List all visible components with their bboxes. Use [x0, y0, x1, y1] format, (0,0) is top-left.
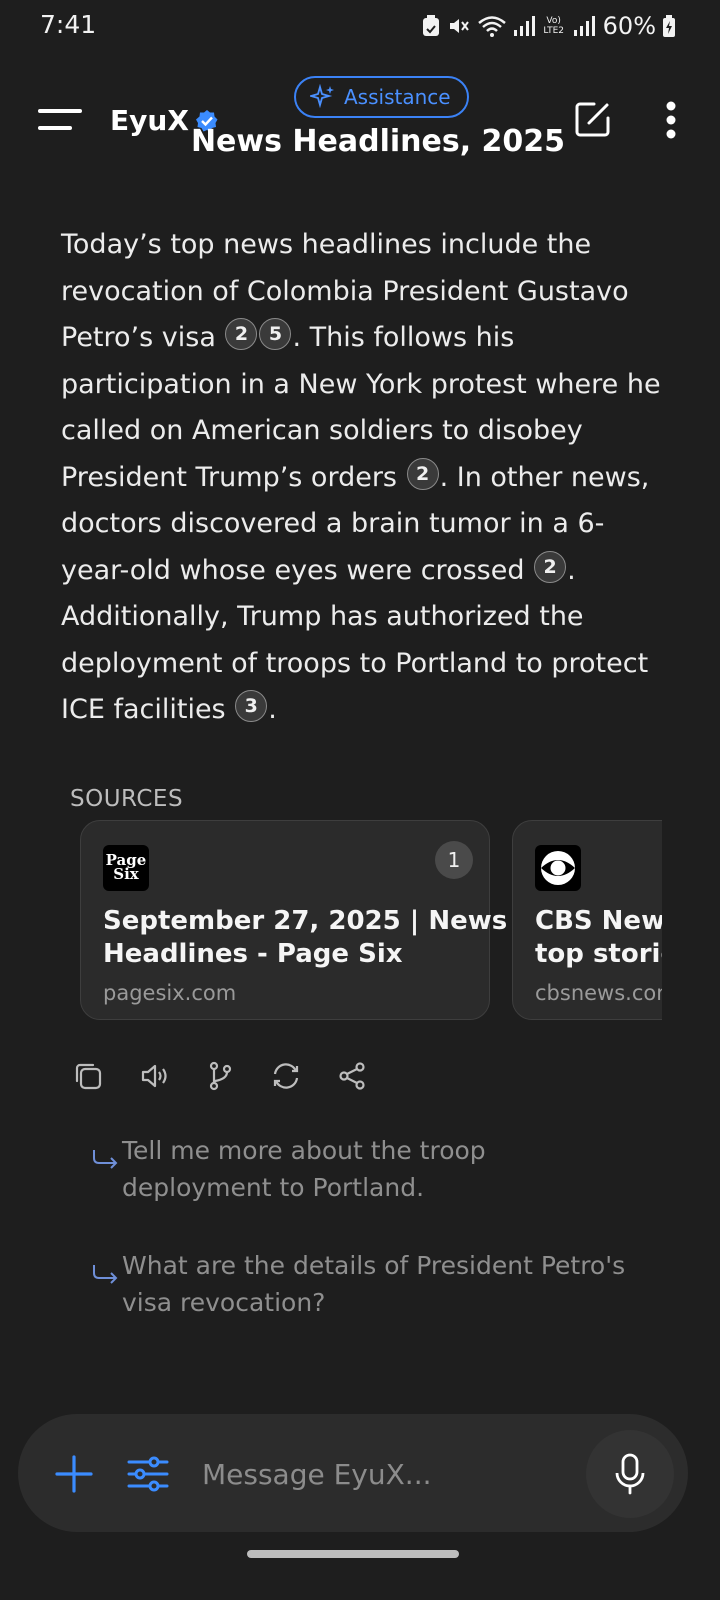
new-chat-icon[interactable]: [572, 98, 614, 140]
assistance-label: Assistance: [344, 85, 451, 109]
branch-icon[interactable]: [202, 1058, 238, 1094]
suggestion-item[interactable]: Tell me more about the troop deployment …: [90, 1132, 650, 1206]
status-icons: Vo) LTE2 60%: [421, 12, 676, 40]
share-icon[interactable]: [334, 1058, 370, 1094]
status-bar: 7:41 Vo) LTE2 60%: [0, 0, 720, 56]
regenerate-icon[interactable]: [268, 1058, 304, 1094]
source-title-line: CBS News: [535, 906, 662, 936]
more-options-icon[interactable]: [656, 100, 686, 142]
battery-percent: 60%: [602, 12, 656, 40]
alarm-icon: [422, 15, 439, 36]
source-card[interactable]: Page Six 1 September 27, 2025 | News Head…: [80, 820, 508, 1020]
citation-badge[interactable]: 2: [534, 550, 567, 583]
message-composer: [18, 1414, 688, 1532]
suggestion-text: What are the details of President Petro'…: [122, 1251, 626, 1317]
add-attachment-icon[interactable]: [54, 1454, 94, 1494]
source-domain: pagesix.com: [103, 981, 237, 1005]
sources-carousel[interactable]: Page Six 1 September 27, 2025 | News Head…: [80, 820, 662, 1026]
assistance-button[interactable]: Assistance: [294, 76, 469, 118]
copy-icon[interactable]: [70, 1058, 106, 1094]
battery-icon: [663, 15, 675, 37]
cbs-eye-logo-icon: [535, 845, 581, 891]
source-title-line: September 27, 2025 | News: [103, 906, 508, 936]
message-input[interactable]: [202, 1450, 582, 1498]
signal-icon-2: [573, 16, 595, 36]
microphone-icon[interactable]: [586, 1430, 674, 1518]
source-title-line: top stories: [535, 939, 662, 969]
settings-sliders-icon[interactable]: [126, 1452, 170, 1496]
source-domain: cbsnews.com: [535, 981, 662, 1005]
suggestion-item[interactable]: What are the details of President Petro'…: [90, 1247, 650, 1321]
answer-part: .: [268, 694, 277, 725]
source-title: September 27, 2025 | News Headlines - Pa…: [103, 905, 508, 971]
page-six-logo-icon: Page Six: [103, 845, 149, 891]
mute-icon: [449, 19, 469, 33]
citation-badge[interactable]: 5: [259, 318, 292, 351]
status-time: 7:41: [40, 10, 97, 39]
reply-arrow-icon: [90, 1247, 122, 1321]
source-number: 1: [435, 841, 473, 879]
sources-label: SOURCES: [70, 786, 184, 812]
message-actions: [70, 1058, 370, 1094]
citation-badge[interactable]: 2: [406, 457, 439, 490]
source-card[interactable]: CBS News top stories cbsnews.com: [512, 820, 662, 1020]
source-title: CBS News top stories: [535, 905, 662, 971]
network-label: Vo) LTE2: [543, 16, 564, 36]
citation-badge[interactable]: 2: [225, 318, 258, 351]
suggestion-text: Tell me more about the troop deployment …: [122, 1136, 486, 1202]
app-bar: EyuX Assistance News Headlines, 2025: [0, 68, 720, 188]
speaker-icon[interactable]: [136, 1058, 172, 1094]
citation-badge[interactable]: 3: [235, 690, 268, 723]
signal-icon: [513, 16, 535, 36]
sparkle-icon: [310, 84, 334, 109]
source-title-line: Headlines - Page Six: [103, 939, 403, 969]
answer-text: Today’s top news headlines include the r…: [61, 222, 661, 734]
home-indicator[interactable]: [247, 1550, 459, 1558]
wifi-icon: [477, 16, 506, 37]
reply-arrow-icon: [90, 1132, 122, 1206]
